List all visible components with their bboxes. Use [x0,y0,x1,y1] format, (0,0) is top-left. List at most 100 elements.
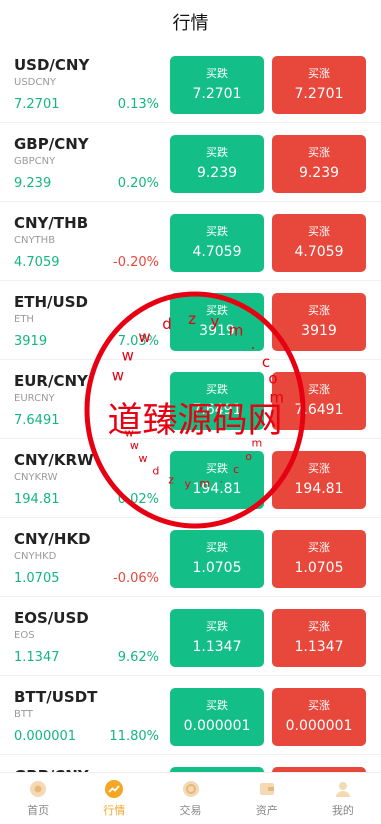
tab-label: 我的 [331,804,354,817]
buy-button[interactable]: 买涨 9.239 [272,135,366,193]
pair-code: GBPCNY [14,156,56,167]
buy-button[interactable]: 买涨 7.2701 [272,56,366,114]
buy-button-price: 7.2701 [294,85,344,102]
bottom-tab-bar: 首页 行情 交易 资产 我的 [0,772,381,824]
sell-button-price: 7.6491 [192,401,242,418]
market-info: EOS/USD EOS 1.1347 9.62% [14,597,159,676]
page-title: 行情 [172,13,209,34]
last-price: 1.0705 [14,571,60,586]
change-percent: 11.80% [109,729,159,744]
market-row[interactable]: EOS/USD EOS 1.1347 9.62% 买跌 1.1347 买涨 1.… [0,597,381,676]
tab-4[interactable]: 我的 [305,773,381,824]
buy-button-price: 1.1347 [294,638,344,655]
market-row[interactable]: CNY/KRW CNYKRW 194.81 0.02% 买跌 194.81 买涨… [0,439,381,518]
market-info: GBP/CNY GBPCNY 9.239 0.20% [14,123,159,202]
pair-code: CNYTHB [14,235,56,246]
market-info: CNY/THB CNYTHB 4.7059 -0.20% [14,202,159,281]
sell-button[interactable]: 买跌 1.1347 [170,609,264,667]
change-percent: 0.20% [117,176,159,191]
market-row[interactable]: GBP/CNY GBPCNY 9.239 0.20% 买跌 9.239 买涨 9… [0,123,381,202]
buy-button[interactable]: 买涨 3919 [272,293,366,351]
sell-button[interactable]: 买跌 4.7059 [170,214,264,272]
sell-button[interactable]: 买跌 1.0705 [170,530,264,588]
buy-button-price: 1.0705 [294,559,344,576]
sell-button-price: 194.81 [192,480,242,497]
last-price: 9.239 [14,176,52,191]
market-row[interactable]: USD/CNY USDCNY 7.2701 0.13% 买跌 7.2701 买涨… [0,44,381,123]
pair-name: CNY/THB [14,214,89,232]
pair-code: USDCNY [14,77,56,88]
sell-button[interactable]: 买跌 3919 [170,293,264,351]
pair-name: USD/CNY [14,56,90,74]
sell-button-label: 买跌 [206,698,228,712]
market-row[interactable]: BTT/USDT BTT 0.000001 11.80% 买跌 0.000001… [0,676,381,755]
tab-label: 行情 [103,804,126,817]
market-info: BTT/USDT BTT 0.000001 11.80% [14,676,159,755]
last-price: 0.000001 [14,729,77,744]
change-percent: 0.13% [117,97,159,112]
buy-button-label: 买涨 [308,461,330,475]
pair-code: BTT [14,709,33,720]
sell-button-price: 4.7059 [192,243,242,260]
market-row[interactable]: ETH/USD ETH 3919 7.03% 买跌 3919 买涨 3919 [0,281,381,360]
market-list[interactable]: USD/CNY USDCNY 7.2701 0.13% 买跌 7.2701 买涨… [0,44,381,774]
change-percent: 0.02% [117,492,159,507]
profile-icon [333,779,353,799]
home-icon [28,779,48,799]
last-price: 4.7059 [14,255,60,270]
pair-code: CNYKRW [14,472,58,483]
market-row[interactable]: EUR/CNY EURCNY 7.6491 买跌 7.6491 买涨 7.649… [0,360,381,439]
buy-button-label: 买涨 [308,698,330,712]
change-percent: 7.03% [117,334,159,349]
pair-code: EURCNY [14,393,55,404]
pair-code: CNYHKD [14,551,57,562]
pair-name: EOS/USD [14,609,89,627]
sell-button-price: 3919 [199,322,235,339]
sell-button[interactable]: 买跌 7.2701 [170,56,264,114]
sell-button-label: 买跌 [206,224,228,238]
sell-button-label: 买跌 [206,303,228,317]
sell-button[interactable]: 买跌 194.81 [170,451,264,509]
market-screen: 行情 USD/CNY USDCNY 7.2701 0.13% 买跌 7.2701… [0,0,381,824]
buy-button-price: 9.239 [298,164,340,181]
buy-button[interactable]: 买涨 0.000001 [272,688,366,746]
pair-name: GBP/CNY [14,135,89,153]
sell-button-price: 0.000001 [183,717,251,734]
tab-0[interactable]: 首页 [0,773,76,824]
trade-icon [181,779,201,799]
sell-button[interactable]: 买跌 7.6491 [170,372,264,430]
buy-button[interactable]: 买涨 1.1347 [272,609,366,667]
tab-2[interactable]: 交易 [152,773,228,824]
buy-button-price: 3919 [301,322,337,339]
buy-button[interactable]: 买涨 1.0705 [272,530,366,588]
change-percent: 9.62% [117,650,159,665]
sell-button-label: 买跌 [206,66,228,80]
sell-button[interactable]: 买跌 9.239 [170,135,264,193]
buy-button[interactable]: 买涨 194.81 [272,451,366,509]
pair-name: EUR/CNY [14,372,88,390]
sell-button-price: 1.0705 [192,559,242,576]
pair-code: EOS [14,630,35,641]
market-info: ETH/USD ETH 3919 7.03% [14,281,159,360]
pair-code: ETH [14,314,34,325]
pair-name: CNY/KRW [14,451,94,469]
tab-1[interactable]: 行情 [76,773,152,824]
sell-button-label: 买跌 [206,461,228,475]
tab-3[interactable]: 资产 [229,773,305,824]
tab-label: 首页 [27,804,50,817]
market-info: EUR/CNY EURCNY 7.6491 [14,360,159,439]
buy-button-label: 买涨 [308,540,330,554]
sell-button[interactable]: 买跌 0.000001 [170,688,264,746]
last-price: 7.6491 [14,413,60,428]
pair-name: CNY/HKD [14,530,91,548]
buy-button-label: 买涨 [308,145,330,159]
buy-button[interactable]: 买涨 4.7059 [272,214,366,272]
buy-button[interactable]: 买涨 7.6491 [272,372,366,430]
market-info: CNY/HKD CNYHKD 1.0705 -0.06% [14,518,159,597]
sell-button-price: 9.239 [196,164,238,181]
market-row[interactable]: CNY/HKD CNYHKD 1.0705 -0.06% 买跌 1.0705 买… [0,518,381,597]
sell-button-label: 买跌 [206,145,228,159]
market-row[interactable]: CNY/THB CNYTHB 4.7059 -0.20% 买跌 4.7059 买… [0,202,381,281]
last-price: 7.2701 [14,97,60,112]
buy-button-price: 194.81 [294,480,344,497]
